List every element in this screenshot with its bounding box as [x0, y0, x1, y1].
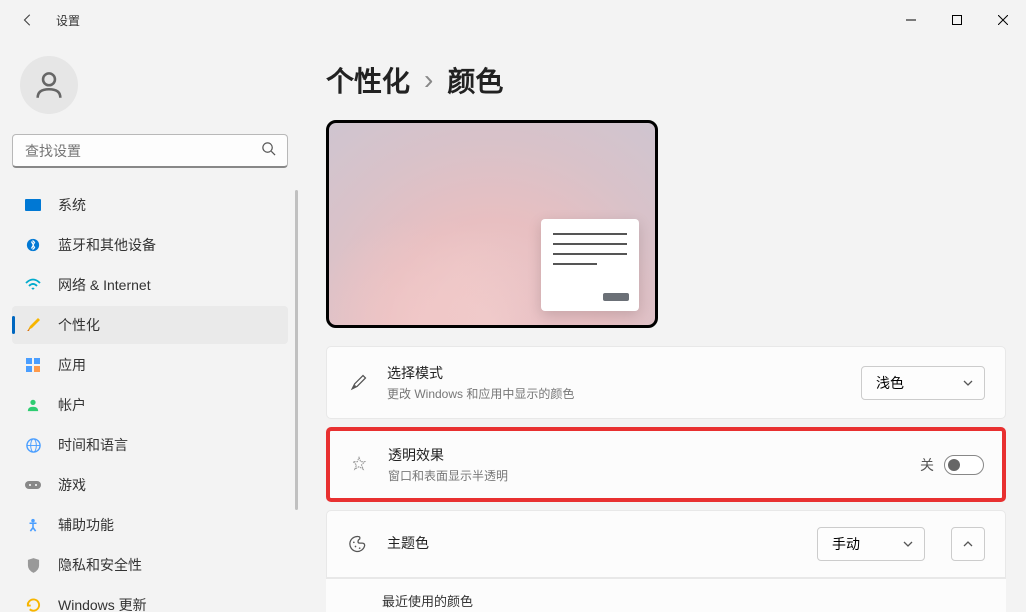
accent-setting-card: 主题色 手动 — [326, 510, 1006, 578]
recent-colors-label: 最近使用的颜色 — [382, 591, 986, 610]
gaming-icon — [24, 476, 42, 494]
nav-windows-update[interactable]: Windows 更新 — [12, 586, 288, 612]
apps-icon — [24, 356, 42, 374]
update-icon — [24, 596, 42, 612]
system-icon — [24, 196, 42, 214]
accent-dropdown[interactable]: 手动 — [817, 527, 925, 561]
transparency-icon — [348, 455, 370, 475]
nav-label: 游戏 — [58, 475, 86, 495]
breadcrumb-separator: › — [424, 64, 433, 96]
globe-icon — [24, 436, 42, 454]
wifi-icon — [24, 276, 42, 294]
nav-apps[interactable]: 应用 — [12, 346, 288, 384]
nav-personalization[interactable]: 个性化 — [12, 306, 288, 344]
bluetooth-icon — [24, 236, 42, 254]
breadcrumb: 个性化 › 颜色 — [326, 60, 1006, 100]
nav-label: 辅助功能 — [58, 515, 114, 535]
minimize-button[interactable] — [888, 4, 934, 36]
window-title: 设置 — [56, 12, 80, 29]
accent-value: 手动 — [832, 534, 860, 554]
mode-dropdown[interactable]: 浅色 — [861, 366, 985, 400]
nav-gaming[interactable]: 游戏 — [12, 466, 288, 504]
preview-window — [541, 219, 639, 311]
accent-title: 主题色 — [387, 533, 799, 553]
breadcrumb-current: 颜色 — [447, 60, 503, 100]
search-icon — [261, 141, 276, 161]
user-avatar[interactable] — [20, 56, 78, 114]
nav-label: 时间和语言 — [58, 435, 128, 455]
transparency-setting-card: 透明效果 窗口和表面显示半透明 关 — [326, 427, 1006, 502]
nav-label: 网络 & Internet — [58, 275, 151, 295]
nav-accessibility[interactable]: 辅助功能 — [12, 506, 288, 544]
nav-privacy[interactable]: 隐私和安全性 — [12, 546, 288, 584]
brush-icon — [347, 373, 369, 393]
nav-label: 蓝牙和其他设备 — [58, 235, 156, 255]
mode-setting-card: 选择模式 更改 Windows 和应用中显示的颜色 浅色 — [326, 346, 1006, 419]
nav-label: Windows 更新 — [58, 595, 147, 612]
maximize-button[interactable] — [934, 4, 980, 36]
transparency-desc: 窗口和表面显示半透明 — [388, 467, 902, 484]
transparency-title: 透明效果 — [388, 445, 902, 465]
back-button[interactable] — [12, 4, 44, 36]
nav-time-language[interactable]: 时间和语言 — [12, 426, 288, 464]
recent-colors-section: 最近使用的颜色 — [326, 578, 1006, 612]
accessibility-icon — [24, 516, 42, 534]
mode-title: 选择模式 — [387, 363, 843, 383]
nav-bluetooth[interactable]: 蓝牙和其他设备 — [12, 226, 288, 264]
nav-system[interactable]: 系统 — [12, 186, 288, 224]
chevron-up-icon — [962, 538, 974, 550]
palette-icon — [347, 534, 369, 554]
sidebar-scrollbar[interactable] — [295, 190, 298, 510]
mode-value: 浅色 — [876, 373, 904, 393]
nav-list: 系统 蓝牙和其他设备 网络 & Internet 个性化 应用 帐户 — [12, 186, 288, 612]
close-button[interactable] — [980, 4, 1026, 36]
breadcrumb-parent[interactable]: 个性化 — [326, 60, 410, 100]
search-input[interactable] — [12, 134, 288, 168]
nav-label: 应用 — [58, 355, 86, 375]
transparency-toggle[interactable] — [944, 455, 984, 475]
nav-label: 个性化 — [58, 315, 100, 335]
nav-label: 系统 — [58, 195, 86, 215]
brush-icon — [24, 316, 42, 334]
shield-icon — [24, 556, 42, 574]
nav-network[interactable]: 网络 & Internet — [12, 266, 288, 304]
person-icon — [24, 396, 42, 414]
nav-label: 帐户 — [58, 395, 86, 415]
nav-accounts[interactable]: 帐户 — [12, 386, 288, 424]
chevron-down-icon — [962, 377, 974, 389]
toggle-state-label: 关 — [920, 455, 934, 475]
mode-desc: 更改 Windows 和应用中显示的颜色 — [387, 385, 843, 402]
expand-button[interactable] — [951, 527, 985, 561]
theme-preview — [326, 120, 658, 328]
nav-label: 隐私和安全性 — [58, 555, 142, 575]
chevron-down-icon — [902, 538, 914, 550]
